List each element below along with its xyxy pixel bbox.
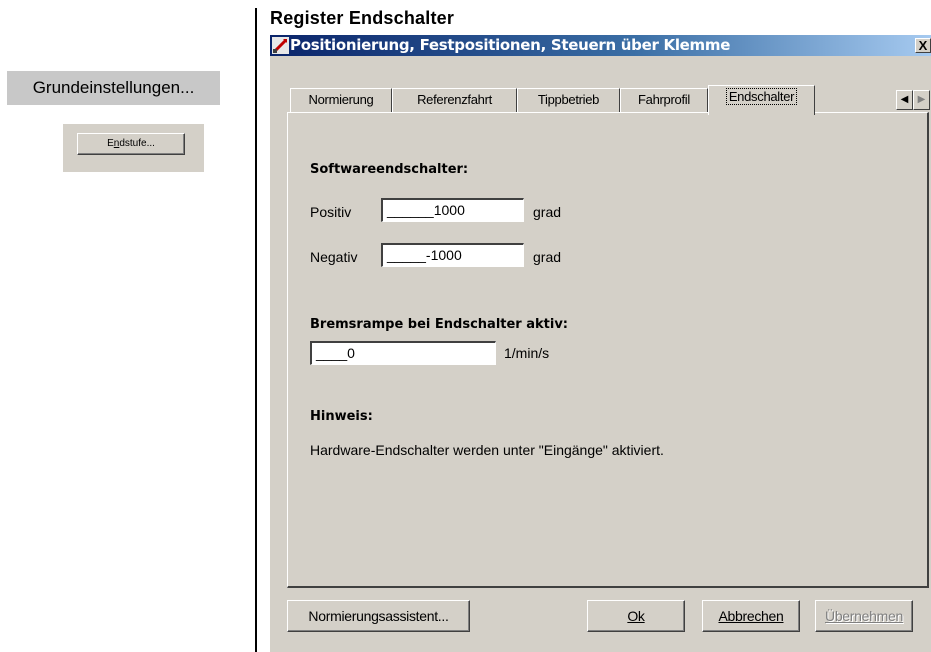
hinweis-title: Hinweis: xyxy=(310,409,373,424)
separator-line xyxy=(255,8,257,652)
hinweis-text: Hardware-Endschalter werden unter "Eingä… xyxy=(310,442,664,458)
negativ-input[interactable]: _____-1000 xyxy=(381,243,524,267)
dialog-titlebar: Positionierung, Festpositionen, Steuern … xyxy=(270,35,931,56)
endstufe-panel: Endstufe... xyxy=(63,124,204,172)
brems-section-title: Bremsrampe bei Endschalter aktiv: xyxy=(310,317,569,332)
tab-scroll-left-button[interactable]: ◀ xyxy=(896,90,913,110)
positiv-input[interactable]: ______1000 xyxy=(381,198,524,222)
endschalter-panel: Softwareendschalter: Positiv ______1000 … xyxy=(287,112,929,588)
app-icon xyxy=(272,37,289,54)
normierungsassistent-button[interactable]: Normierungsassistent... xyxy=(287,600,470,632)
endstufe-button[interactable]: Endstufe... xyxy=(77,133,185,155)
bremsrampe-input[interactable]: ____0 xyxy=(310,341,496,365)
positionierung-dialog: Positionierung, Festpositionen, Steuern … xyxy=(270,35,931,652)
positiv-unit: grad xyxy=(533,204,562,220)
tab-scroll-right-button[interactable]: ▶ xyxy=(913,90,930,110)
uebernehmen-label: Übernehmen xyxy=(825,608,903,624)
positiv-label: Positiv xyxy=(310,204,352,220)
abbrechen-button[interactable]: Abbrechen xyxy=(702,600,800,632)
grundeinstellungen-button[interactable]: Grundeinstellungen... xyxy=(7,71,220,105)
negativ-unit: grad xyxy=(533,249,562,265)
ok-label: Ok xyxy=(627,608,645,624)
uebernehmen-button[interactable]: Übernehmen xyxy=(815,600,913,632)
close-button[interactable]: X xyxy=(915,38,931,53)
tab-referenzfahrt[interactable]: Referenzfahrt xyxy=(392,88,517,112)
tab-normierung[interactable]: Normierung xyxy=(290,88,392,112)
software-section-title: Softwareendschalter: xyxy=(310,162,469,177)
page-heading: Register Endschalter xyxy=(270,8,455,28)
ok-button[interactable]: Ok xyxy=(587,600,685,632)
tab-tippbetrieb[interactable]: Tippbetrieb xyxy=(517,88,620,112)
negativ-label: Negativ xyxy=(310,249,358,265)
tab-fahrprofil[interactable]: Fahrprofil xyxy=(620,88,708,112)
tab-endschalter-label: Endschalter xyxy=(725,88,798,105)
bremsrampe-unit: 1/min/s xyxy=(504,345,550,361)
tab-endschalter[interactable]: Endschalter xyxy=(708,85,815,115)
dialog-title: Positionierung, Festpositionen, Steuern … xyxy=(290,36,731,54)
abbrechen-label: Abbrechen xyxy=(718,608,784,624)
